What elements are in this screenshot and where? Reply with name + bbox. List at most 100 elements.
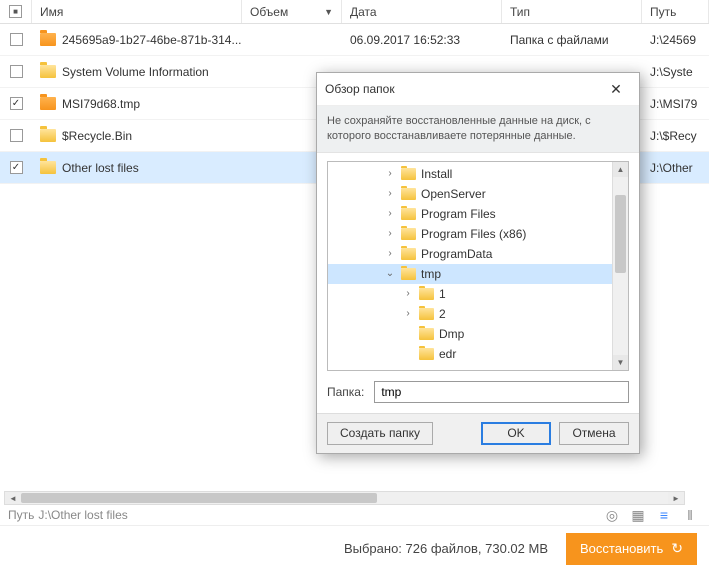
view-columns-icon[interactable]: ‖ — [682, 507, 698, 523]
tree-scroll-thumb[interactable] — [615, 195, 626, 273]
dialog-info: Не сохраняйте восстановленные данные на … — [317, 106, 639, 153]
scroll-track[interactable] — [21, 492, 668, 504]
create-folder-button[interactable]: Создать папку — [327, 422, 433, 445]
row-path: J:\$Recy — [642, 120, 709, 151]
cancel-button[interactable]: Отмена — [559, 422, 629, 445]
selection-value: 726 файлов, 730.02 MB — [406, 541, 548, 556]
tree-node-label: 2 — [439, 307, 446, 321]
tree-node-label: Program Files (x86) — [421, 227, 526, 241]
tree-node[interactable]: ›1 — [328, 284, 612, 304]
chevron-right-icon[interactable]: › — [402, 308, 414, 319]
scroll-right-icon[interactable]: ► — [668, 492, 684, 504]
row-path: J:\24569 — [642, 24, 709, 55]
row-name: System Volume Information — [62, 65, 209, 79]
row-checkbox[interactable] — [10, 65, 23, 78]
tree-node[interactable]: ›Install — [328, 164, 612, 184]
row-name: Other lost files — [62, 161, 139, 175]
header-name[interactable]: Имя — [32, 0, 242, 23]
tree-node[interactable]: ⌄ tmp — [328, 264, 612, 284]
tree-node-label: ProgramData — [421, 247, 492, 261]
header-path[interactable]: Путь — [642, 0, 709, 23]
selection-info: Выбрано: 726 файлов, 730.02 MB — [344, 541, 548, 556]
folder-tree[interactable]: ›Install›OpenServer›Program Files›Progra… — [327, 161, 629, 371]
tree-node[interactable]: › Program Files — [328, 204, 612, 224]
tree-node[interactable]: › ProgramData — [328, 244, 612, 264]
row-checkbox[interactable] — [10, 97, 23, 110]
tree-node[interactable]: › OpenServer — [328, 184, 612, 204]
folder-icon — [40, 129, 56, 142]
close-icon[interactable]: ✕ — [601, 79, 631, 99]
folder-icon — [401, 208, 416, 220]
tree-node-label: 1 — [439, 287, 446, 301]
folder-name-input[interactable] — [374, 381, 629, 403]
chevron-down-icon[interactable]: ⌄ — [384, 268, 396, 279]
tree-node-label: OpenServer — [421, 187, 486, 201]
row-name: 245695a9-1b27-46be-871b-314... — [62, 33, 241, 47]
restore-button[interactable]: Восстановить ↻ — [566, 533, 697, 565]
folder-icon — [401, 268, 416, 280]
tree-node[interactable]: edr — [328, 344, 612, 364]
row-checkbox[interactable] — [10, 129, 23, 142]
tree-node-label: tmp — [421, 267, 441, 281]
row-name: $Recycle.Bin — [62, 129, 132, 143]
folder-icon — [40, 161, 56, 174]
row-path: J:\MSI79 — [642, 88, 709, 119]
folder-icon — [401, 188, 416, 200]
chevron-right-icon[interactable]: › — [384, 248, 396, 259]
horizontal-scrollbar[interactable]: ◄ ► — [4, 491, 685, 505]
header-checkbox-cell[interactable] — [0, 0, 32, 23]
scroll-down-icon[interactable]: ▼ — [613, 355, 628, 370]
restore-label: Восстановить — [580, 541, 663, 556]
chevron-right-icon[interactable]: › — [384, 168, 396, 179]
view-grid-icon[interactable]: ▦ — [630, 507, 646, 523]
scroll-left-icon[interactable]: ◄ — [5, 492, 21, 504]
chevron-right-icon[interactable]: › — [402, 288, 414, 299]
chevron-right-icon[interactable]: › — [384, 228, 396, 239]
folder-icon — [419, 288, 434, 300]
folder-icon — [419, 308, 434, 320]
ok-button[interactable]: OK — [481, 422, 551, 445]
folder-icon — [401, 228, 416, 240]
grid-header: Имя Объем ▼ Дата Тип Путь — [0, 0, 709, 24]
header-volume[interactable]: Объем ▼ — [242, 0, 342, 23]
header-date[interactable]: Дата — [342, 0, 502, 23]
chevron-right-icon[interactable]: › — [384, 208, 396, 219]
row-volume — [242, 24, 342, 55]
row-checkbox[interactable] — [10, 33, 23, 46]
table-row[interactable]: 245695a9-1b27-46be-871b-314... 06.09.201… — [0, 24, 709, 56]
folder-field-label: Папка: — [327, 385, 364, 399]
header-type[interactable]: Тип — [502, 0, 642, 23]
row-path: J:\Other — [642, 152, 709, 183]
folder-icon — [40, 97, 56, 110]
tree-node-label: Program Files — [421, 207, 496, 221]
folder-icon — [401, 248, 416, 260]
sort-arrow-icon: ▼ — [324, 7, 333, 17]
selection-label: Выбрано: — [344, 541, 402, 556]
row-date: 06.09.2017 16:52:33 — [342, 24, 502, 55]
view-target-icon[interactable]: ◎ — [604, 507, 620, 523]
scroll-up-icon[interactable]: ▲ — [613, 162, 628, 177]
tree-scrollbar[interactable]: ▲ ▼ — [612, 162, 628, 370]
row-path: J:\Syste — [642, 56, 709, 87]
footer: Выбрано: 726 файлов, 730.02 MB Восстанов… — [0, 525, 709, 571]
row-checkbox[interactable] — [10, 161, 23, 174]
header-volume-label: Объем — [250, 5, 288, 19]
tree-node[interactable]: Dmp — [328, 324, 612, 344]
row-name: MSI79d68.tmp — [62, 97, 140, 111]
row-type: Папка с файлами — [502, 24, 642, 55]
dialog-titlebar[interactable]: Обзор папок ✕ — [317, 73, 639, 106]
path-value: J:\Other lost files — [38, 508, 127, 522]
dialog-title: Обзор папок — [325, 82, 395, 96]
folder-icon — [40, 65, 56, 78]
tree-node[interactable]: ›2 — [328, 304, 612, 324]
browse-folders-dialog: Обзор папок ✕ Не сохраняйте восстановлен… — [316, 72, 640, 454]
tree-node[interactable]: › Program Files (x86) — [328, 224, 612, 244]
chevron-right-icon[interactable]: › — [384, 188, 396, 199]
scroll-thumb[interactable] — [21, 493, 377, 503]
tree-node-label: edr — [439, 347, 456, 361]
folder-icon — [40, 33, 56, 46]
view-list-icon[interactable]: ≡ — [656, 507, 672, 523]
folder-icon — [419, 348, 434, 360]
select-all-checkbox[interactable] — [9, 5, 22, 18]
folder-icon — [419, 328, 434, 340]
